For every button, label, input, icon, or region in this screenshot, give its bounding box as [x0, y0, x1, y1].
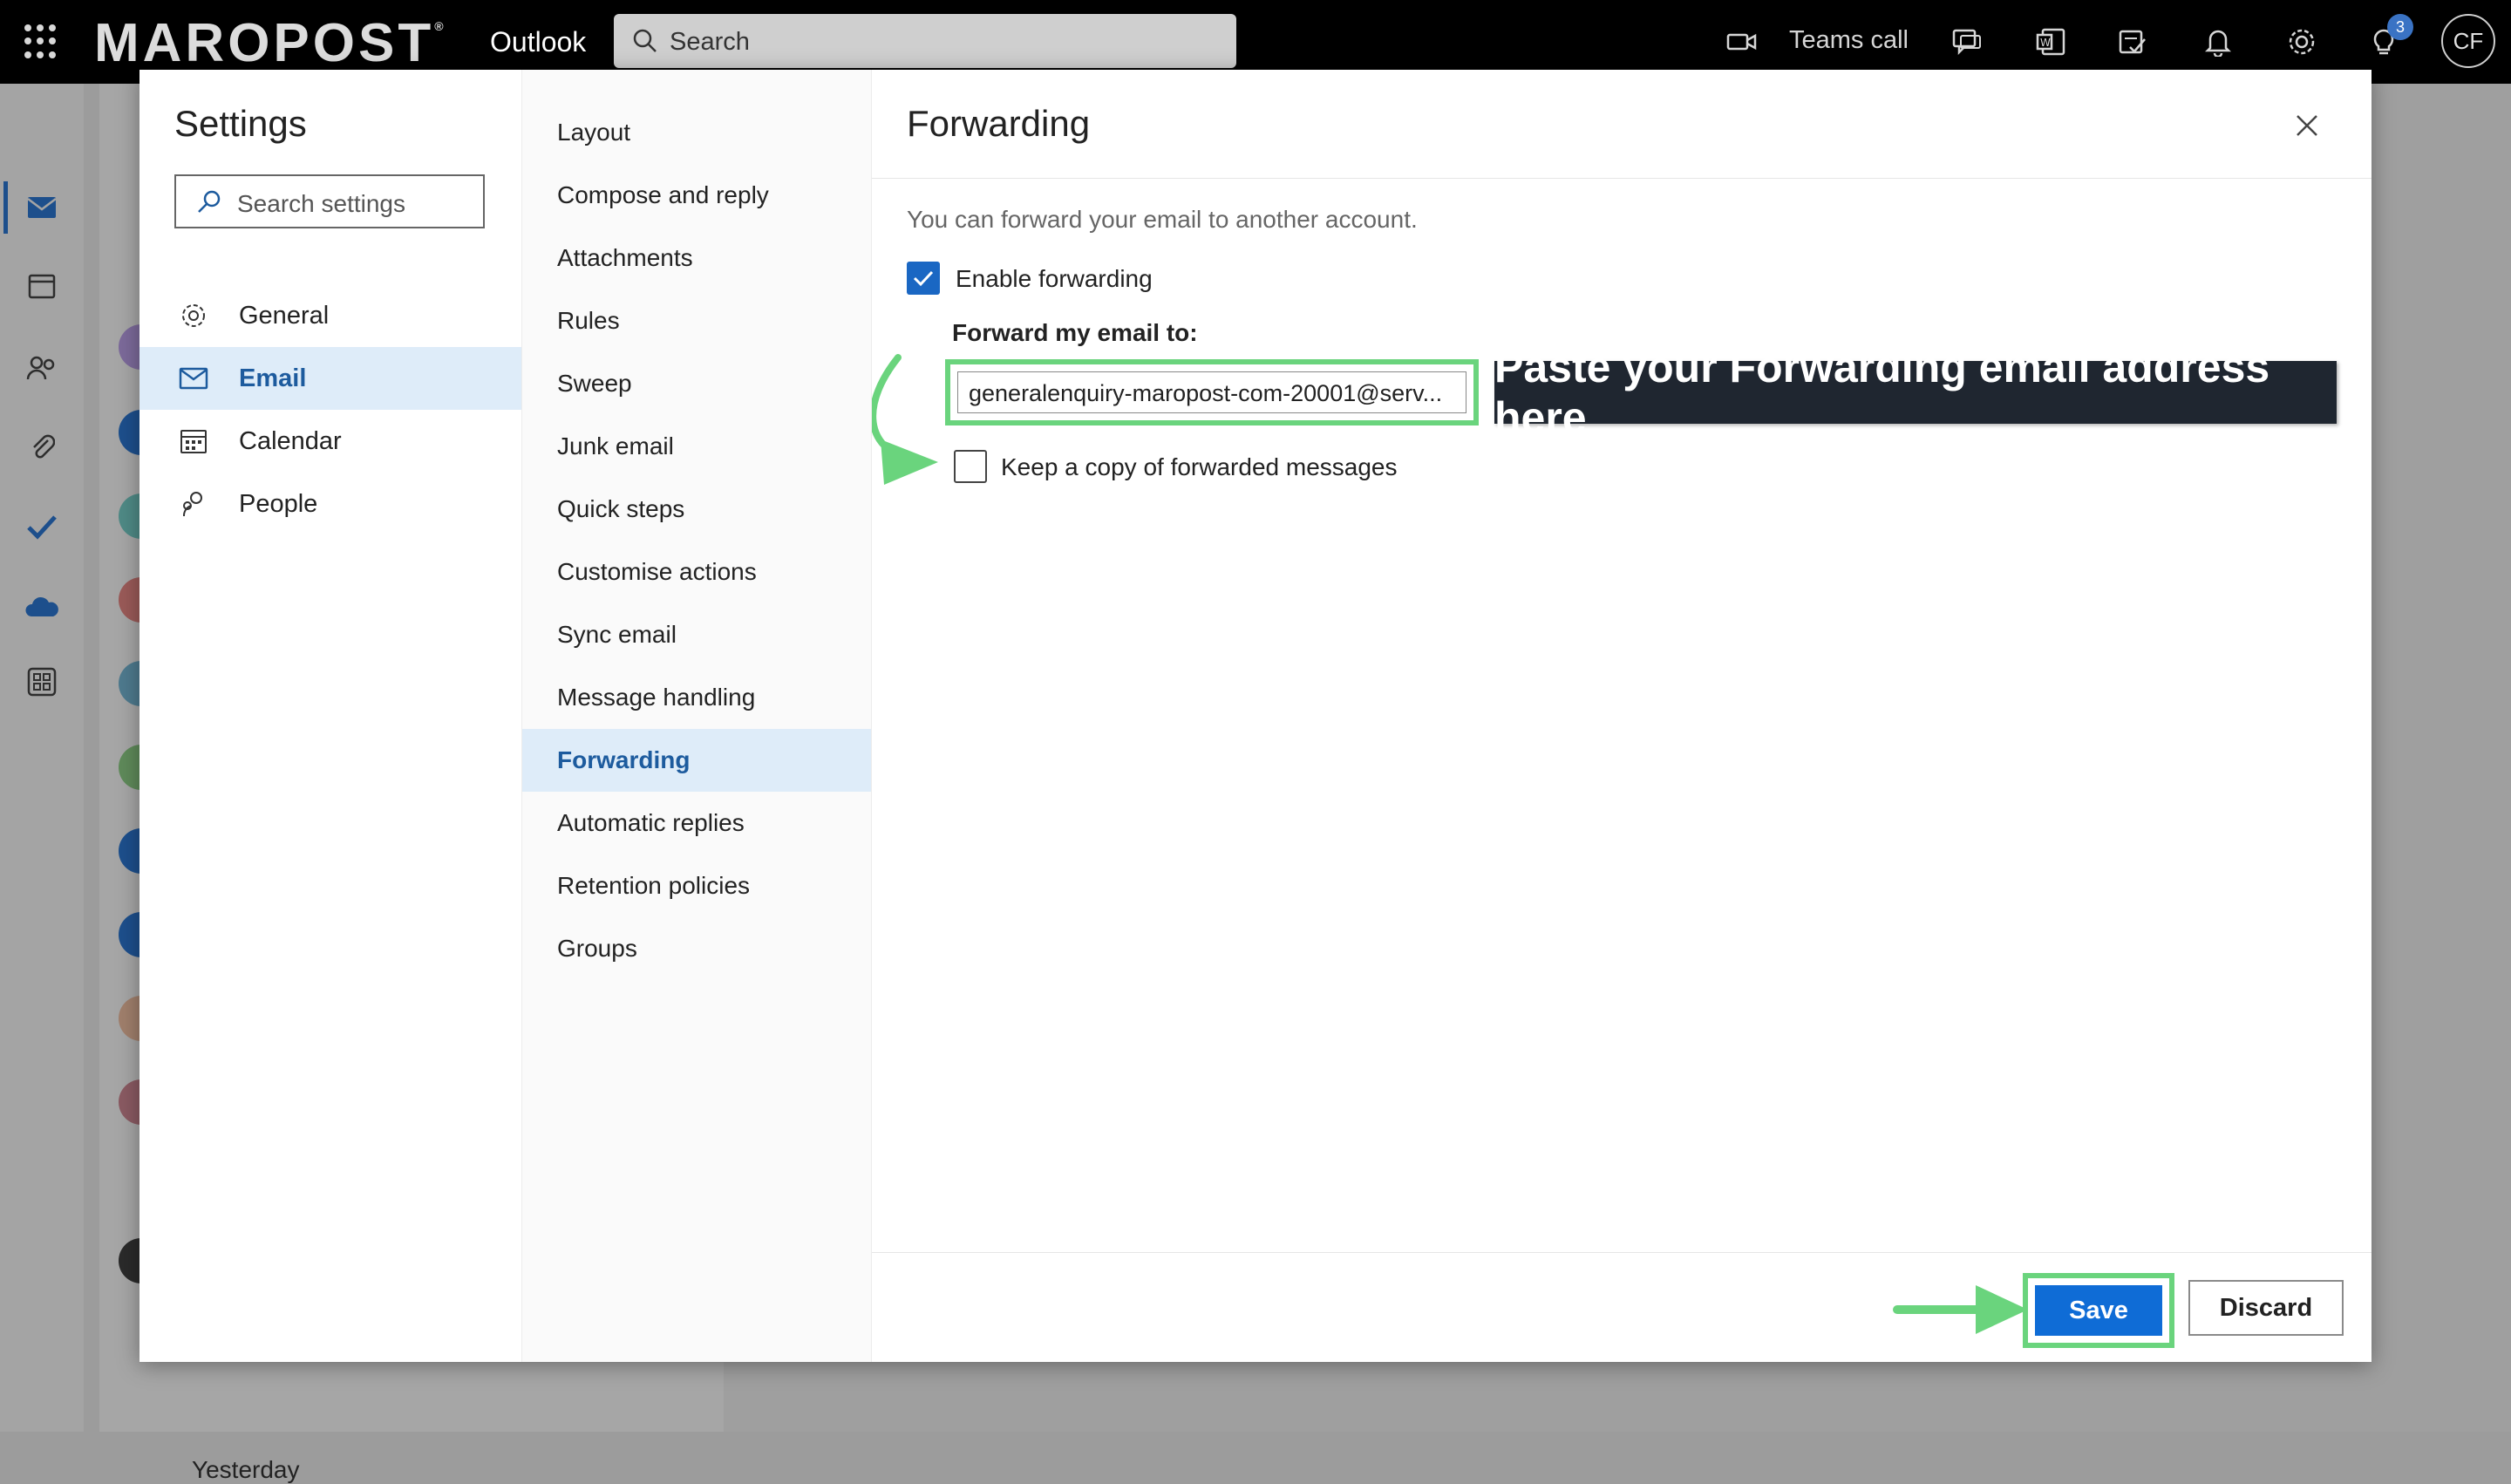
section-label: Quick steps [557, 495, 685, 522]
section-junk-email[interactable]: Junk email [522, 415, 871, 478]
settings-dialog: Settings Search settings General Email C… [140, 70, 2372, 1362]
chat-icon[interactable] [1948, 23, 1986, 61]
app-name[interactable]: Outlook [490, 26, 586, 58]
pane-title: Forwarding [907, 103, 1091, 144]
section-label: Customise actions [557, 558, 757, 585]
section-attachments[interactable]: Attachments [522, 227, 871, 289]
section-label: Layout [557, 119, 631, 146]
bell-icon[interactable] [2199, 23, 2237, 61]
mail-icon[interactable] [24, 190, 59, 225]
email-highlight-box: generalenquiry-maropost-com-20001@serv..… [945, 359, 1479, 425]
section-label: Sync email [557, 621, 677, 648]
settings-search-input[interactable]: Search settings [174, 174, 485, 228]
section-sync-email[interactable]: Sync email [522, 603, 871, 666]
footer-divider [872, 1252, 2372, 1253]
section-groups[interactable]: Groups [522, 917, 871, 980]
section-rules[interactable]: Rules [522, 289, 871, 352]
close-icon[interactable] [2290, 108, 2324, 143]
divider [872, 178, 2372, 179]
section-automatic-replies[interactable]: Automatic replies [522, 792, 871, 854]
category-calendar[interactable]: Calendar [140, 410, 521, 473]
settings-gear-icon[interactable] [2283, 23, 2321, 61]
category-label: Calendar [239, 427, 342, 455]
notification-badge: 3 [2387, 14, 2413, 40]
apps-grid-icon[interactable] [24, 664, 59, 699]
settings-title: Settings [174, 103, 307, 144]
people-icon [178, 488, 209, 520]
video-camera-icon[interactable] [1723, 23, 1761, 61]
app-rail [0, 84, 84, 1432]
forwarding-pane: Forwarding You can forward your email to… [872, 70, 2372, 1362]
settings-categories: Settings Search settings General Email C… [140, 70, 521, 1362]
checkmark-icon [913, 270, 934, 287]
section-retention-policies[interactable]: Retention policies [522, 854, 871, 917]
office-word-icon[interactable]: W [2031, 23, 2070, 61]
annotation-arrow-icon [1893, 1285, 2028, 1334]
section-label: Groups [557, 935, 637, 962]
search-icon [198, 190, 221, 213]
category-people[interactable]: People [140, 473, 521, 535]
app-launcher-icon[interactable] [24, 24, 59, 59]
keep-copy-checkbox[interactable] [954, 450, 987, 483]
people-icon[interactable] [24, 351, 59, 385]
search-icon [633, 29, 657, 52]
user-avatar[interactable]: CF [2441, 14, 2495, 68]
section-message-handling[interactable]: Message handling [522, 666, 871, 729]
section-quick-steps[interactable]: Quick steps [522, 478, 871, 541]
brand-logo: MAROPOST® [94, 13, 447, 73]
section-label: Forwarding [557, 746, 691, 773]
enable-forwarding-checkbox[interactable] [907, 262, 940, 295]
todo-icon[interactable] [24, 509, 59, 544]
paperclip-icon[interactable] [24, 429, 59, 464]
save-highlight-box: Save [2023, 1273, 2174, 1348]
annotation-curved-arrow-icon [872, 354, 938, 485]
email-sections: Layout Compose and reply Attachments Rul… [521, 70, 872, 1362]
category-label: Email [239, 364, 307, 392]
settings-search-placeholder: Search settings [237, 190, 405, 217]
gear-icon [178, 300, 209, 331]
section-layout[interactable]: Layout [522, 101, 871, 164]
section-customise-actions[interactable]: Customise actions [522, 541, 871, 603]
section-label: Junk email [557, 432, 674, 459]
keep-copy-label[interactable]: Keep a copy of forwarded messages [1001, 453, 1397, 481]
section-label: Sweep [557, 370, 632, 397]
forward-email-input[interactable]: generalenquiry-maropost-com-20001@serv..… [957, 371, 1466, 413]
calendar-icon [178, 425, 209, 457]
forward-to-label: Forward my email to: [952, 319, 1198, 346]
annotation-callout: Paste your Forwarding email address here [1494, 343, 2337, 442]
section-label: Compose and reply [557, 181, 769, 208]
mail-icon [178, 363, 209, 394]
section-forwarding[interactable]: Forwarding [522, 729, 871, 792]
category-label: People [239, 490, 318, 518]
calendar-icon[interactable] [24, 269, 59, 303]
teams-call-label[interactable]: Teams call [1789, 26, 1909, 55]
section-label: Message handling [557, 684, 756, 711]
search-placeholder: Search [670, 28, 750, 56]
enable-forwarding-label[interactable]: Enable forwarding [956, 265, 1153, 293]
category-general[interactable]: General [140, 284, 521, 347]
section-label: Automatic replies [557, 809, 745, 836]
section-label: Rules [557, 307, 620, 334]
svg-text:W: W [2040, 37, 2051, 49]
search-box[interactable]: Search [614, 14, 1236, 68]
section-sweep[interactable]: Sweep [522, 352, 871, 415]
section-label: Attachments [557, 244, 693, 271]
onedrive-cloud-icon[interactable] [24, 589, 59, 624]
section-label: Retention policies [557, 872, 751, 899]
forwarding-intro: You can forward your email to another ac… [907, 206, 1418, 233]
section-compose-and-reply[interactable]: Compose and reply [522, 164, 871, 227]
category-email[interactable]: Email [140, 347, 521, 410]
rail-active-indicator [3, 181, 8, 234]
category-label: General [239, 302, 330, 330]
save-button[interactable]: Save [2035, 1285, 2162, 1336]
todo-check-icon[interactable] [2113, 23, 2152, 61]
discard-button[interactable]: Discard [2188, 1280, 2344, 1336]
date-group-label: Yesterday [192, 1456, 300, 1483]
